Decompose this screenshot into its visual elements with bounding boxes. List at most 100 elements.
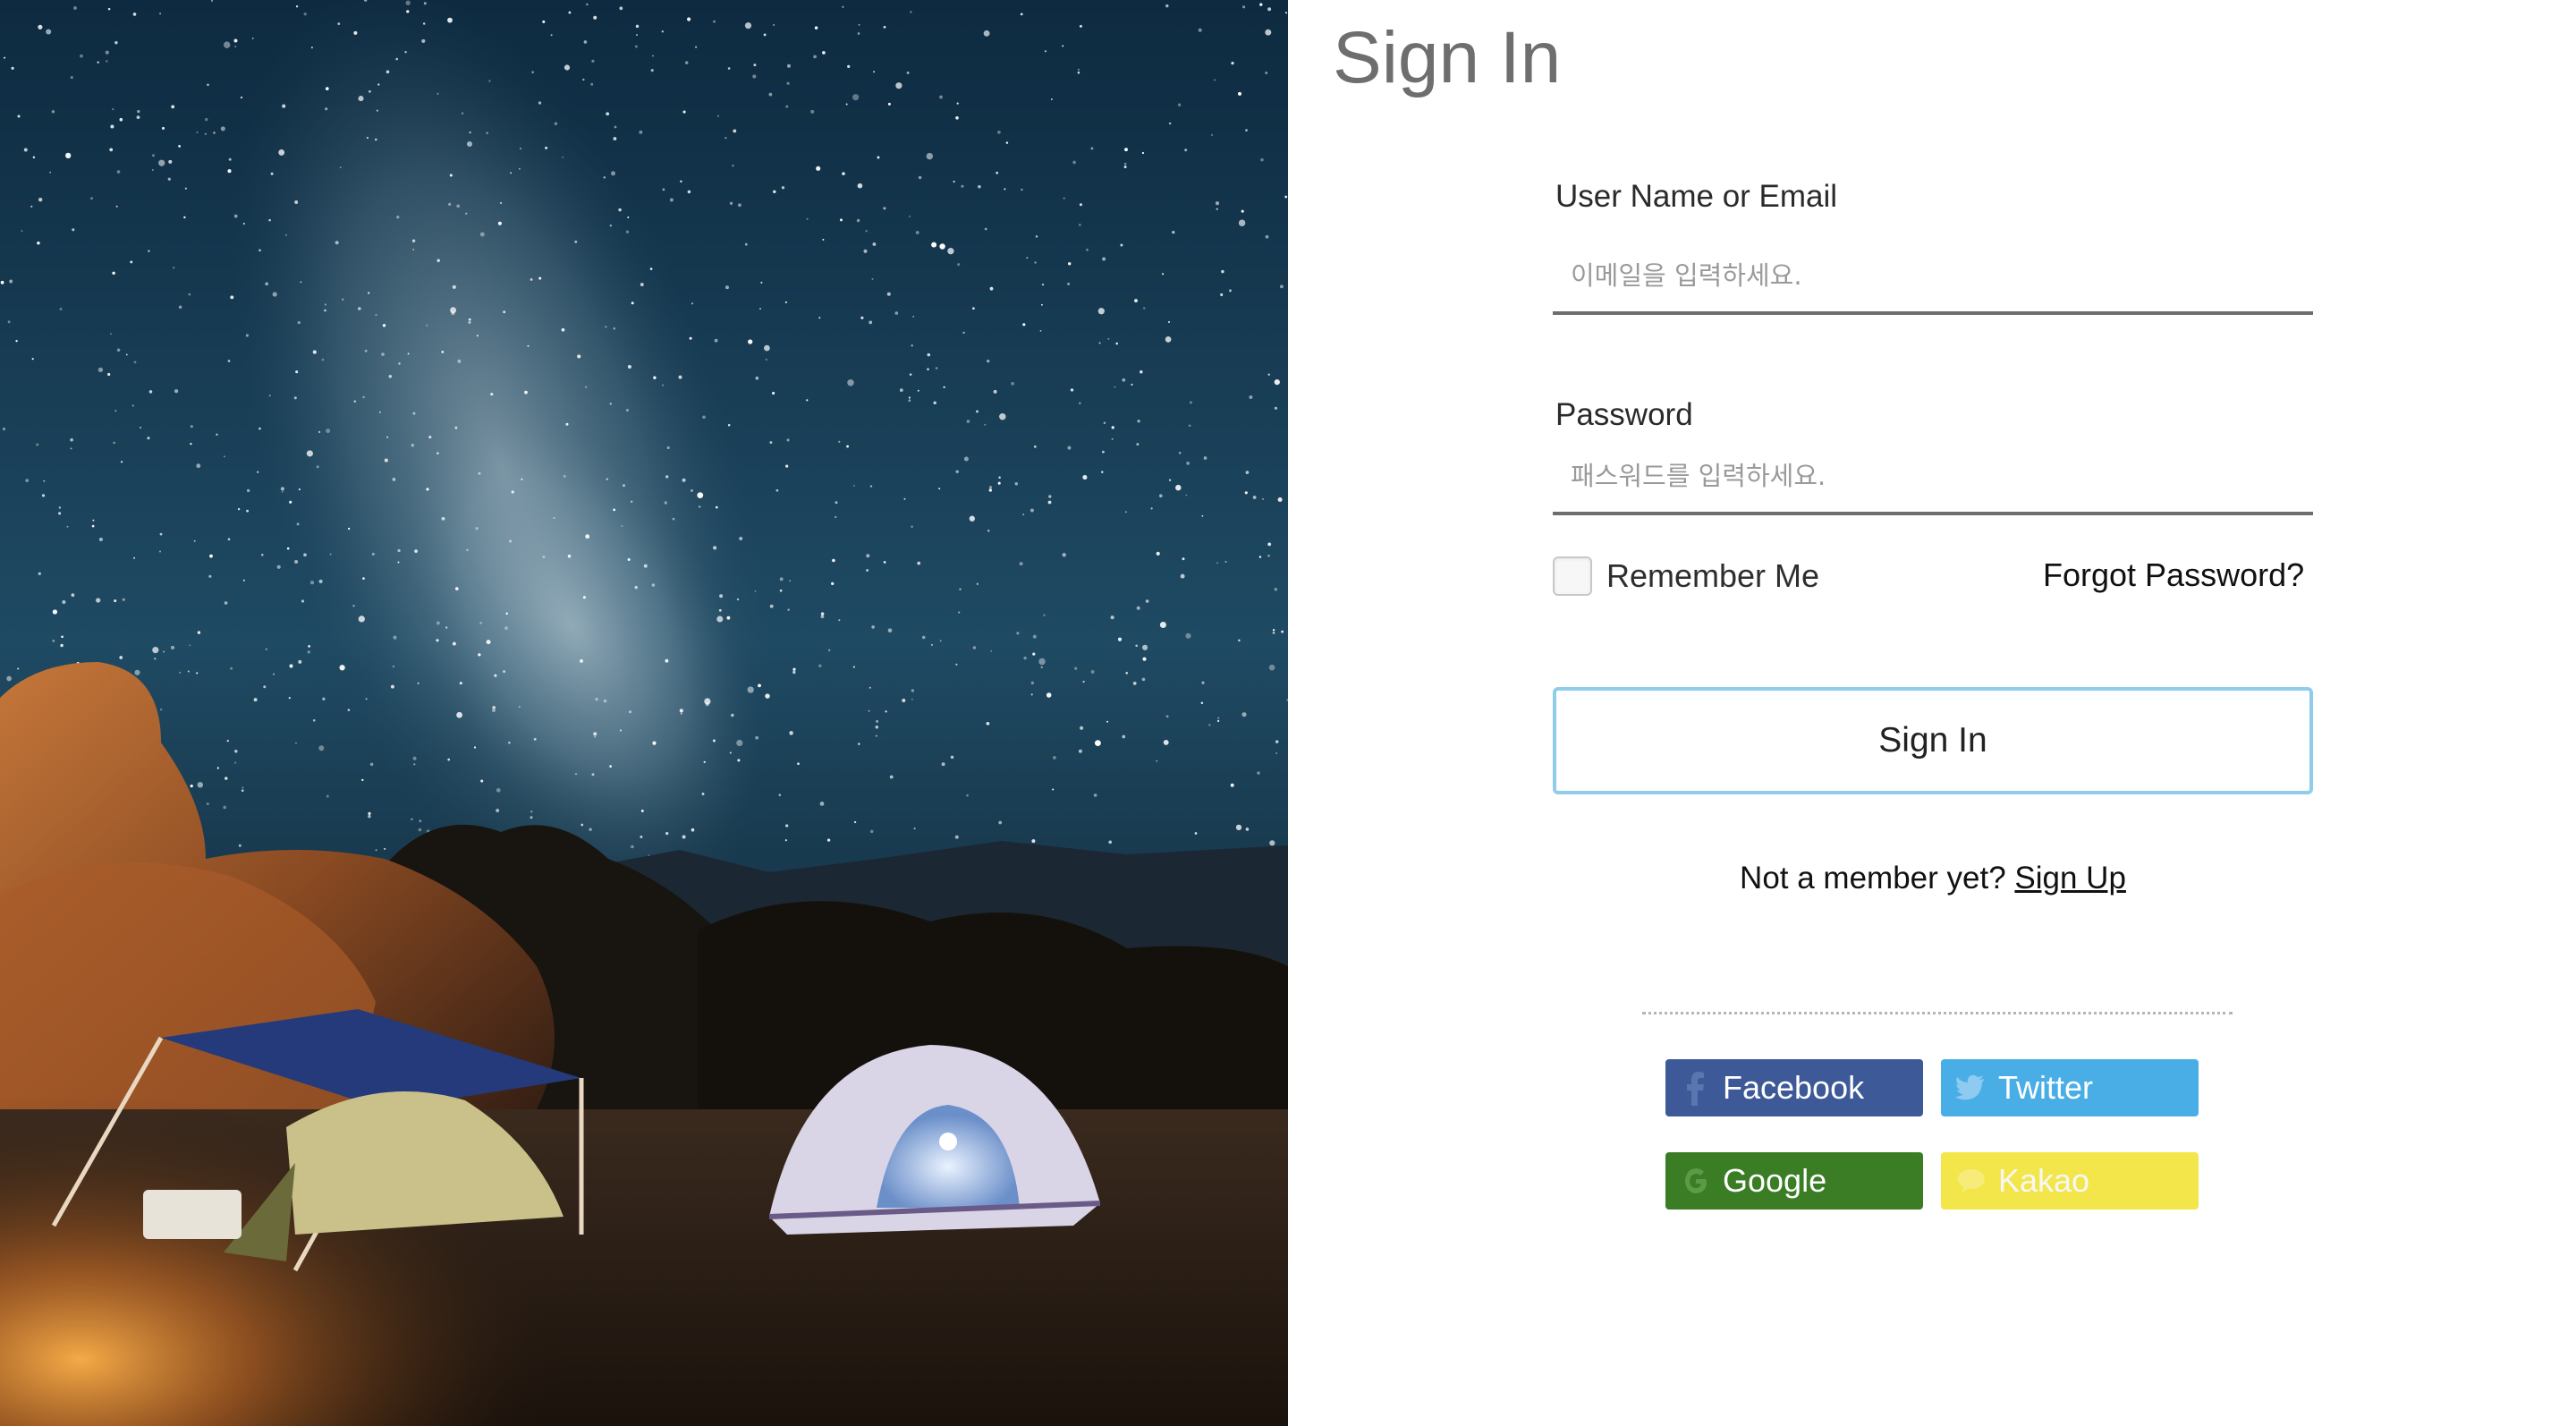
password-input[interactable] (1553, 440, 2313, 515)
remember-checkbox[interactable] (1553, 556, 1592, 596)
star (1241, 712, 1247, 717)
star (957, 263, 961, 267)
star (1162, 273, 1165, 276)
star (618, 208, 622, 212)
star (1131, 383, 1133, 386)
star (695, 46, 698, 48)
star (190, 785, 193, 788)
star (1262, 497, 1264, 500)
kakao-login-button[interactable]: Kakao (1941, 1152, 2199, 1210)
star (227, 360, 231, 362)
star (737, 759, 741, 762)
star (603, 699, 607, 703)
google-login-button[interactable]: Google (1665, 1152, 1923, 1210)
star (826, 838, 831, 842)
star (204, 132, 208, 135)
star (682, 478, 686, 482)
star (1011, 381, 1014, 386)
star (1158, 494, 1163, 498)
star (1080, 726, 1084, 730)
star (1063, 197, 1065, 199)
star (1274, 588, 1278, 591)
google-label: Google (1723, 1162, 1827, 1199)
star (407, 352, 410, 355)
star (731, 713, 734, 717)
star (518, 706, 521, 709)
sign-up-link[interactable]: Sign Up (2014, 861, 2126, 895)
star (662, 384, 664, 386)
star (382, 324, 386, 327)
facebook-login-button[interactable]: Facebook (1665, 1059, 1923, 1116)
star (412, 412, 416, 415)
star (927, 352, 931, 357)
twitter-login-button[interactable]: Twitter (1941, 1059, 2199, 1116)
star (122, 598, 125, 601)
star (468, 318, 471, 321)
star (1062, 45, 1064, 47)
star (224, 601, 228, 605)
star (672, 517, 675, 521)
star (448, 202, 452, 207)
star (1150, 507, 1153, 510)
star (984, 423, 987, 426)
star (1034, 261, 1037, 264)
star (228, 157, 232, 161)
star (131, 404, 134, 407)
star (1267, 555, 1270, 557)
star (857, 182, 863, 189)
star (1163, 739, 1169, 745)
username-input[interactable] (1553, 240, 2313, 315)
star (368, 814, 371, 819)
star (947, 248, 954, 255)
star (996, 171, 999, 174)
star (1097, 308, 1105, 315)
star (744, 21, 752, 30)
star (1224, 560, 1227, 563)
star (347, 709, 351, 711)
star (582, 78, 585, 81)
star (665, 658, 669, 663)
star (1245, 828, 1250, 831)
star (910, 11, 912, 13)
star (496, 787, 501, 793)
star (852, 94, 860, 101)
star (724, 137, 727, 140)
star (591, 773, 595, 777)
star (395, 57, 399, 61)
star (369, 762, 374, 767)
star (1123, 162, 1127, 166)
forgot-password-link[interactable]: Forgot Password? (2043, 556, 2304, 594)
star (814, 26, 818, 30)
star (454, 426, 458, 429)
remember-me[interactable]: Remember Me (1553, 555, 1819, 598)
star (1221, 269, 1224, 274)
star (1107, 337, 1110, 340)
star (1257, 771, 1260, 775)
star (209, 554, 213, 558)
star (715, 505, 718, 509)
star (1046, 692, 1052, 698)
star (60, 643, 64, 648)
star (115, 205, 118, 208)
star (168, 159, 173, 164)
star (1052, 755, 1056, 760)
star (488, 80, 491, 82)
star (479, 621, 482, 624)
star (1078, 749, 1082, 753)
star (760, 281, 763, 284)
star (747, 686, 754, 693)
star (473, 746, 477, 749)
star (786, 81, 790, 85)
star (631, 845, 634, 849)
sign-in-button[interactable]: Sign In (1553, 687, 2313, 794)
star (1067, 282, 1071, 285)
star (30, 205, 33, 208)
star (1030, 693, 1033, 696)
star (933, 401, 936, 405)
star (1048, 495, 1052, 498)
star (622, 484, 626, 488)
star (412, 756, 417, 760)
star (785, 105, 789, 108)
star (1184, 149, 1188, 152)
star (49, 171, 52, 174)
